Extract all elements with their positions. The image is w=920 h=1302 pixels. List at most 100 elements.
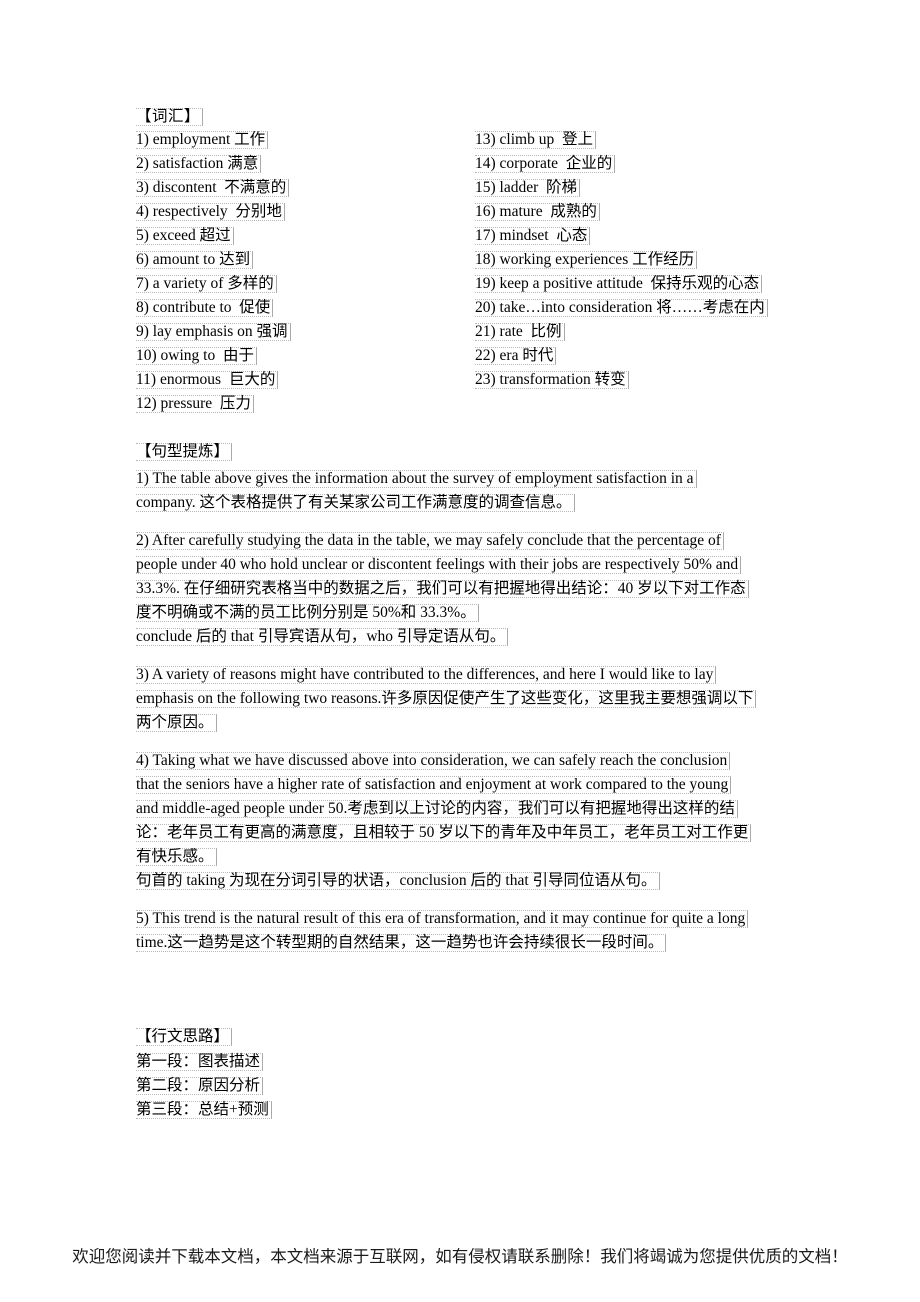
- pattern-block: 4) Taking what we have discussed above i…: [136, 749, 836, 893]
- sentence-patterns-section: 【句型提炼】 1) The table above gives the info…: [136, 443, 836, 969]
- vocabulary-item: 18) working experiences 工作经历: [475, 251, 815, 275]
- vocabulary-item-text: 19) keep a positive attitude 保持乐观的心态: [475, 275, 763, 293]
- vocabulary-item: 7) a variety of 多样的: [136, 275, 466, 299]
- vocabulary-item-text: 1) employment 工作: [136, 131, 269, 149]
- vocabulary-item: 1) employment 工作: [136, 131, 466, 155]
- pattern-line-text: 33.3%. 在仔细研究表格当中的数据之后，我们可以有把握地得出结论：40 岁以…: [136, 580, 749, 598]
- vocabulary-item: 15) ladder 阶梯: [475, 179, 815, 203]
- vocabulary-item: 5) exceed 超过: [136, 227, 466, 251]
- pattern-line-text: 5) This trend is the natural result of t…: [136, 910, 749, 928]
- pattern-line-text: company. 这个表格提供了有关某家公司工作满意度的调查信息。: [136, 494, 575, 512]
- pattern-line-text: 2) After carefully studying the data in …: [136, 532, 724, 550]
- outline-heading: 【行文思路】: [136, 1028, 536, 1046]
- pattern-line-text: time.这一趋势是这个转型期的自然结果，这一趋势也许会持续很长一段时间。: [136, 934, 667, 952]
- pattern-line: 有快乐感。: [136, 845, 836, 869]
- vocabulary-column-right: 13) climb up 登上 14) corporate 企业的 15) la…: [475, 131, 815, 395]
- pattern-block: 1) The table above gives the information…: [136, 467, 836, 515]
- document-page: 【词汇】 1) employment 工作 2) satisfaction 满意…: [0, 0, 920, 1302]
- vocabulary-item-text: 23) transformation 转变: [475, 371, 629, 389]
- outline-item: 第一段：图表描述: [136, 1050, 536, 1074]
- vocabulary-item: 16) mature 成熟的: [475, 203, 815, 227]
- pattern-line: company. 这个表格提供了有关某家公司工作满意度的调查信息。: [136, 491, 836, 515]
- vocabulary-item: 17) mindset 心态: [475, 227, 815, 251]
- pattern-line: people under 40 who hold unclear or disc…: [136, 553, 836, 577]
- vocabulary-item-text: 13) climb up 登上: [475, 131, 596, 149]
- footer-notice: 欢迎您阅读并下载本文档，本文档来源于互联网，如有侵权请联系删除！我们将竭诚为您提…: [0, 1243, 920, 1267]
- vocabulary-columns: 1) employment 工作 2) satisfaction 满意 3) d…: [136, 131, 836, 431]
- vocabulary-item: 4) respectively 分别地: [136, 203, 466, 227]
- outline-heading-text: 【行文思路】: [136, 1028, 233, 1046]
- vocabulary-item-text: 9) lay emphasis on 强调: [136, 323, 291, 341]
- pattern-line: time.这一趋势是这个转型期的自然结果，这一趋势也许会持续很长一段时间。: [136, 931, 836, 955]
- vocabulary-item: 19) keep a positive attitude 保持乐观的心态: [475, 275, 815, 299]
- vocabulary-column-left: 1) employment 工作 2) satisfaction 满意 3) d…: [136, 131, 466, 419]
- pattern-note-text: conclude 后的 that 引导宾语从句，who 引导定语从句。: [136, 628, 509, 646]
- vocabulary-item-text: 17) mindset 心态: [475, 227, 591, 245]
- vocabulary-item-text: 10) owing to 由于: [136, 347, 257, 365]
- vocabulary-item-text: 6) amount to 达到: [136, 251, 254, 269]
- vocabulary-item: 21) rate 比例: [475, 323, 815, 347]
- pattern-note: 句首的 taking 为现在分词引导的状语，conclusion 后的 that…: [136, 869, 836, 893]
- vocabulary-item-text: 12) pressure 压力: [136, 395, 254, 413]
- pattern-line: 两个原因。: [136, 711, 836, 735]
- vocabulary-item-text: 3) discontent 不满意的: [136, 179, 290, 197]
- vocabulary-item-text: 2) satisfaction 满意: [136, 155, 262, 173]
- vocabulary-item: 11) enormous 巨大的: [136, 371, 466, 395]
- outline-item: 第二段：原因分析: [136, 1074, 536, 1098]
- vocabulary-item: 8) contribute to 促使: [136, 299, 466, 323]
- pattern-line: that the seniors have a higher rate of s…: [136, 773, 836, 797]
- pattern-line: and middle-aged people under 50.考虑到以上讨论的…: [136, 797, 836, 821]
- pattern-line: 论：老年员工有更高的满意度，且相较于 50 岁以下的青年及中年员工，老年员工对工…: [136, 821, 836, 845]
- vocabulary-item-text: 21) rate 比例: [475, 323, 565, 341]
- pattern-line: 2) After carefully studying the data in …: [136, 529, 836, 553]
- pattern-line-text: emphasis on the following two reasons.许多…: [136, 690, 757, 708]
- vocabulary-item: 14) corporate 企业的: [475, 155, 815, 179]
- footer-notice-text: 欢迎您阅读并下载本文档，本文档来源于互联网，如有侵权请联系删除！我们将竭诚为您提…: [72, 1247, 848, 1266]
- vocabulary-item-text: 11) enormous 巨大的: [136, 371, 279, 389]
- pattern-line-text: 4) Taking what we have discussed above i…: [136, 752, 731, 770]
- vocabulary-heading-text: 【词汇】: [136, 108, 204, 126]
- pattern-line-text: 度不明确或不满的员工比例分别是 50%和 33.3%。: [136, 604, 479, 622]
- outline-item-text: 第二段：原因分析: [136, 1077, 264, 1095]
- pattern-note: conclude 后的 that 引导宾语从句，who 引导定语从句。: [136, 625, 836, 649]
- pattern-line-text: and middle-aged people under 50.考虑到以上讨论的…: [136, 800, 738, 818]
- sentence-patterns-heading-text: 【句型提炼】: [136, 443, 233, 461]
- pattern-line-text: 论：老年员工有更高的满意度，且相较于 50 岁以下的青年及中年员工，老年员工对工…: [136, 824, 752, 842]
- vocabulary-item: 13) climb up 登上: [475, 131, 815, 155]
- vocabulary-item: 12) pressure 压力: [136, 395, 466, 419]
- outline-section: 【行文思路】 第一段：图表描述 第二段：原因分析 第三段：总结+预测: [136, 1028, 536, 1122]
- pattern-line-text: 1) The table above gives the information…: [136, 470, 697, 488]
- vocabulary-item-text: 16) mature 成熟的: [475, 203, 600, 221]
- outline-item-text: 第三段：总结+预测: [136, 1101, 272, 1119]
- pattern-block: 2) After carefully studying the data in …: [136, 529, 836, 649]
- pattern-line: 度不明确或不满的员工比例分别是 50%和 33.3%。: [136, 601, 836, 625]
- pattern-line: 5) This trend is the natural result of t…: [136, 907, 836, 931]
- vocabulary-item: 3) discontent 不满意的: [136, 179, 466, 203]
- pattern-line-text: 有快乐感。: [136, 848, 217, 866]
- vocabulary-item-text: 15) ladder 阶梯: [475, 179, 581, 197]
- sentence-patterns-heading: 【句型提炼】: [136, 443, 836, 461]
- vocabulary-item-text: 8) contribute to 促使: [136, 299, 274, 317]
- vocabulary-item: 6) amount to 达到: [136, 251, 466, 275]
- pattern-line: 33.3%. 在仔细研究表格当中的数据之后，我们可以有把握地得出结论：40 岁以…: [136, 577, 836, 601]
- vocabulary-item: 2) satisfaction 满意: [136, 155, 466, 179]
- vocabulary-item: 10) owing to 由于: [136, 347, 466, 371]
- vocabulary-item-text: 7) a variety of 多样的: [136, 275, 277, 293]
- vocabulary-item-text: 4) respectively 分别地: [136, 203, 285, 221]
- vocabulary-item-text: 22) era 时代: [475, 347, 557, 365]
- pattern-note-text: 句首的 taking 为现在分词引导的状语，conclusion 后的 that…: [136, 872, 660, 890]
- vocabulary-item-text: 5) exceed 超过: [136, 227, 234, 245]
- vocabulary-item: 9) lay emphasis on 强调: [136, 323, 466, 347]
- pattern-line: 3) A variety of reasons might have contr…: [136, 663, 836, 687]
- pattern-block: 5) This trend is the natural result of t…: [136, 907, 836, 955]
- vocabulary-item: 22) era 时代: [475, 347, 815, 371]
- vocabulary-heading: 【词汇】: [136, 108, 836, 126]
- vocabulary-item: 20) take…into consideration 将……考虑在内: [475, 299, 815, 323]
- vocabulary-section: 【词汇】 1) employment 工作 2) satisfaction 满意…: [136, 108, 836, 431]
- vocabulary-item-text: 18) working experiences 工作经历: [475, 251, 698, 269]
- pattern-line: 4) Taking what we have discussed above i…: [136, 749, 836, 773]
- pattern-line-text: that the seniors have a higher rate of s…: [136, 776, 732, 794]
- outline-item: 第三段：总结+预测: [136, 1098, 536, 1122]
- pattern-line: emphasis on the following two reasons.许多…: [136, 687, 836, 711]
- pattern-line-text: people under 40 who hold unclear or disc…: [136, 556, 742, 574]
